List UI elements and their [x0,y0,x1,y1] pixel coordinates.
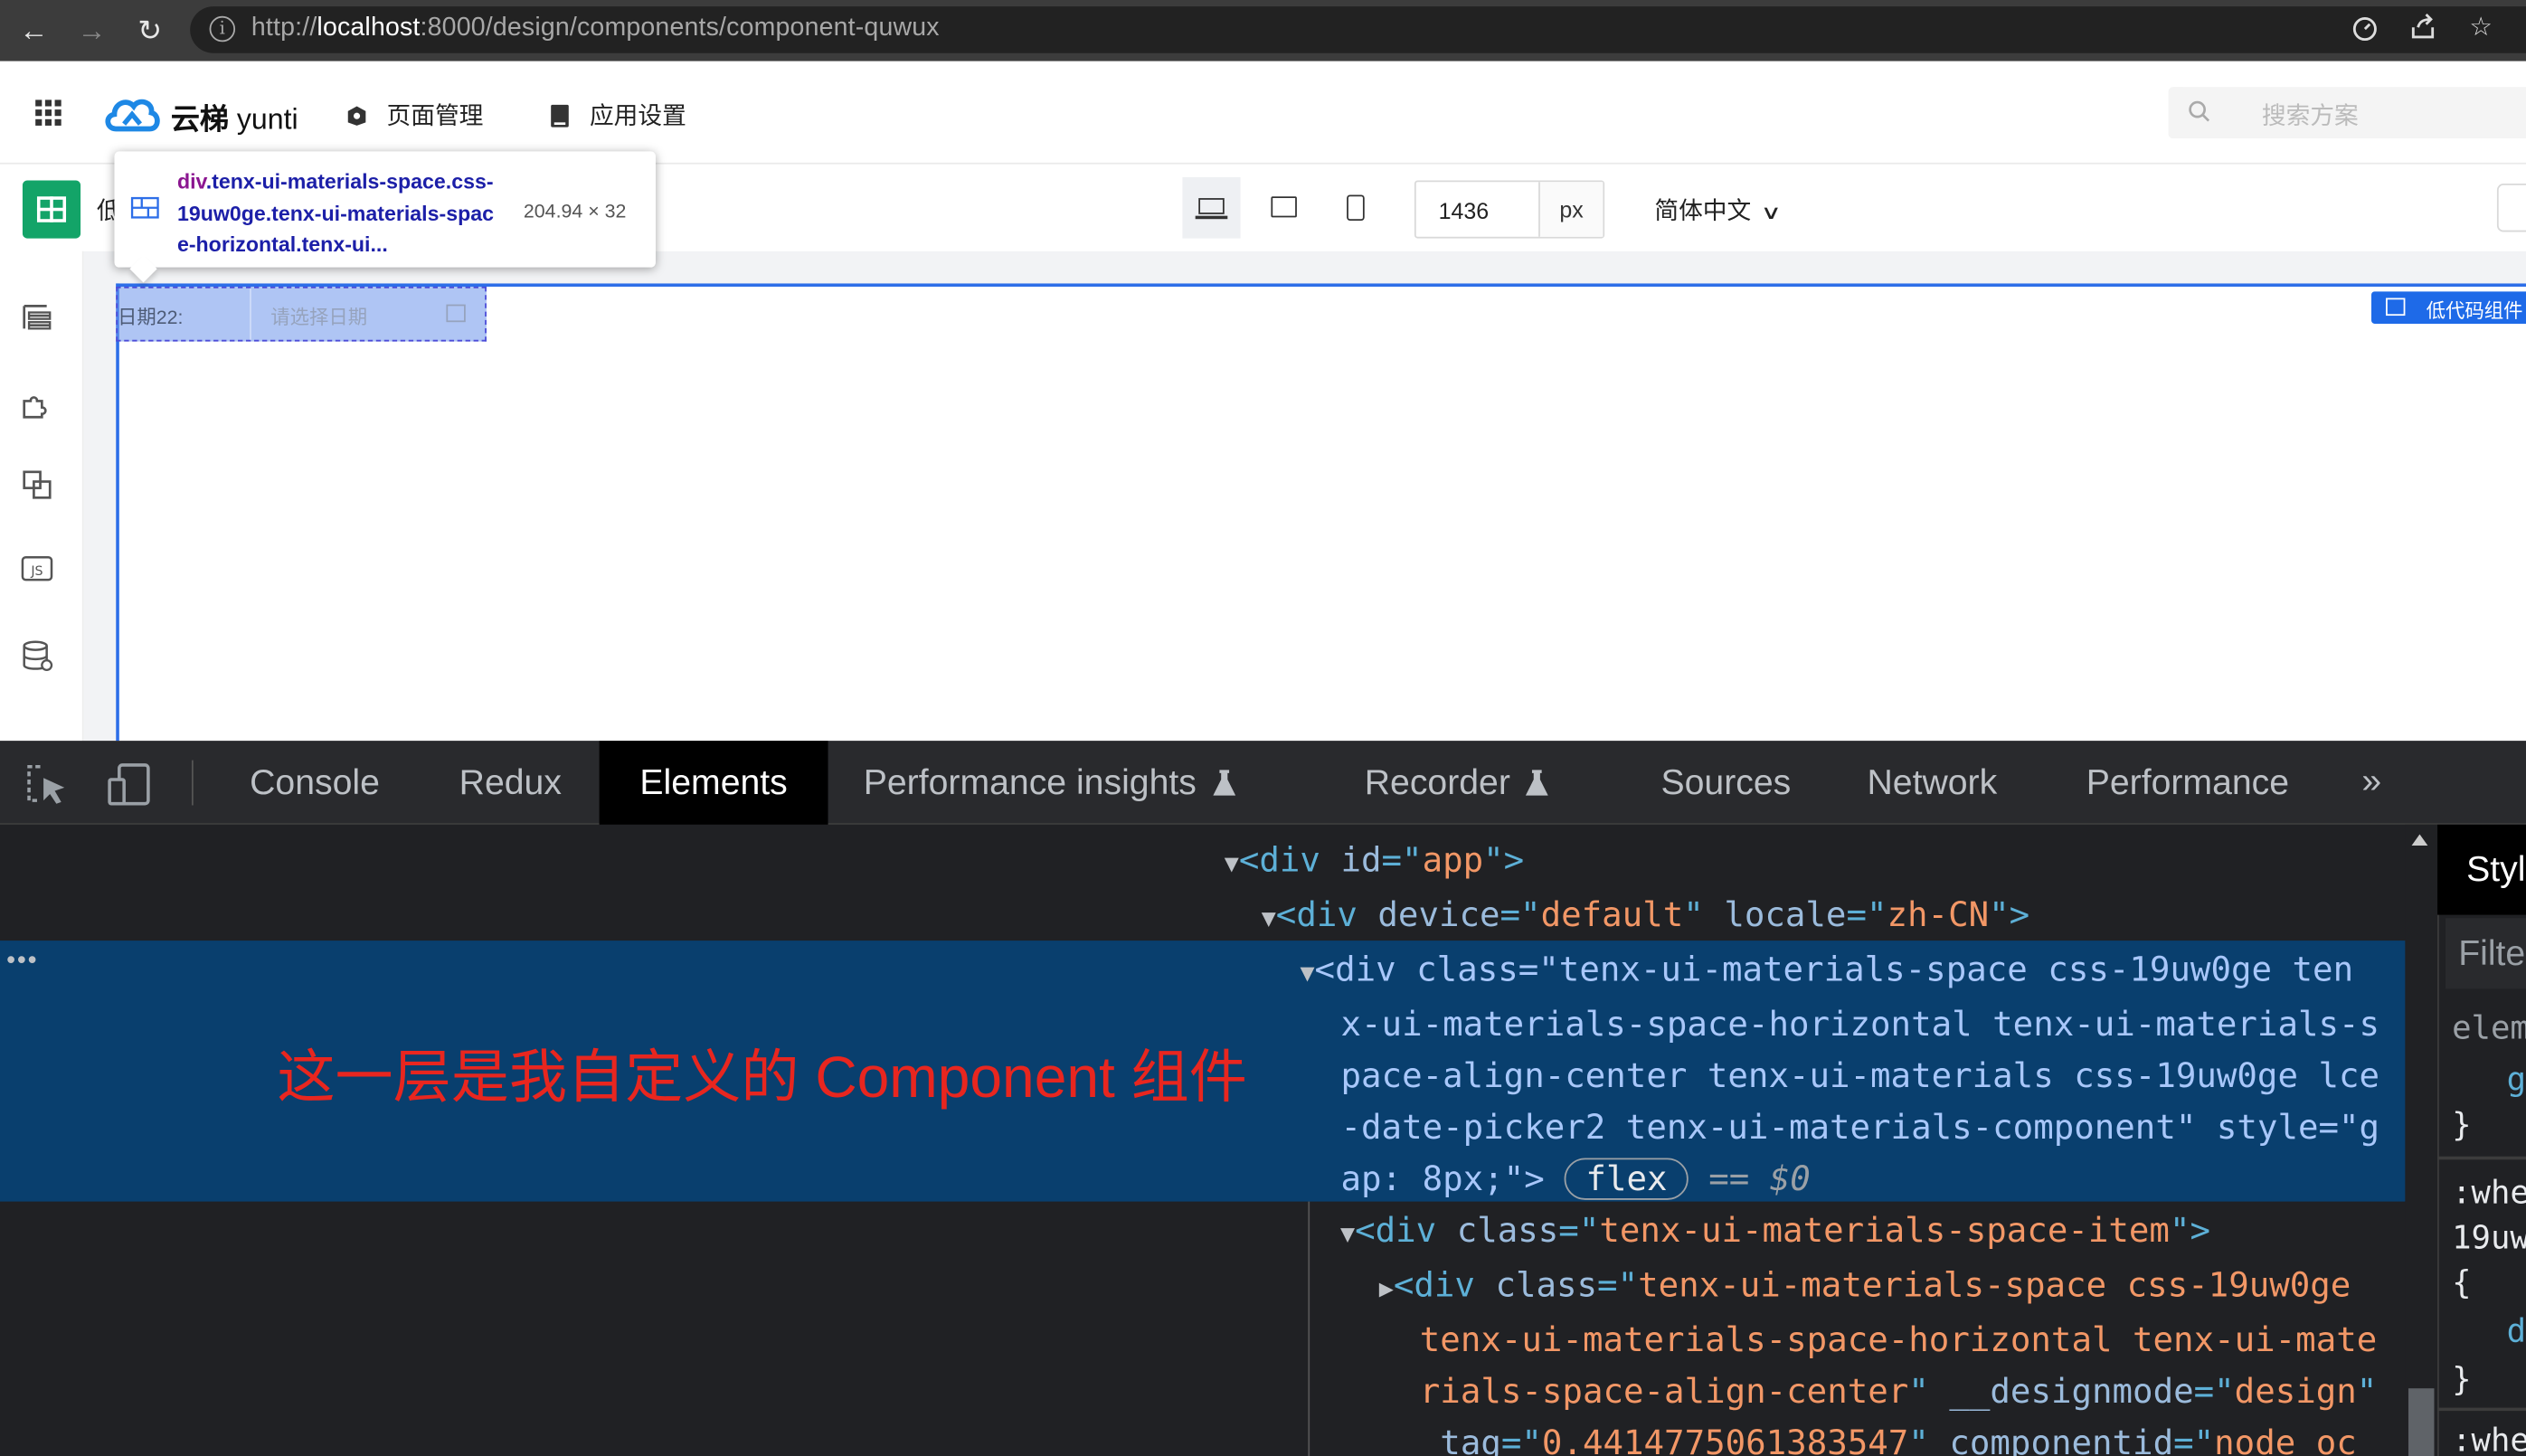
search-placeholder: 搜索方案 [2261,102,2359,131]
low-code-component-tag[interactable]: 低代码组件 [2371,291,2526,324]
styles-rule-element: elem [2452,1007,2526,1047]
tablet-icon [1271,196,1297,218]
elements-scrollbar[interactable] [2405,824,2438,1456]
dom-node-space-selected[interactable]: ▼<div class="tenx-ui-materials-space css… [1300,944,2379,1205]
apps-grid-icon[interactable] [35,99,61,126]
forward-arrow-icon[interactable]: → [74,13,109,48]
search-icon [2188,99,2210,127]
styles-prop: g [2506,1059,2526,1099]
scroll-up-arrow-icon[interactable] [2411,834,2428,846]
experiment-flask-icon [1212,770,1235,796]
tab-performance-insights[interactable]: Performance insights [864,741,1235,825]
tooltip-size: 204.94 × 32 [523,199,627,222]
app-header: 云梯 yunti 页面管理 应用设置 搜索方案 [0,61,2526,165]
canvas-width-input[interactable]: 1436 px [1414,180,1605,239]
device-toolbar-icon[interactable] [107,761,152,807]
site-info-icon[interactable]: i [209,15,236,43]
tab-redux[interactable]: Redux [459,741,562,825]
component-icon [36,196,67,222]
scroll-thumb[interactable] [2408,1388,2435,1456]
dom-node-app[interactable]: ▼<div id="app"> [1225,835,1524,890]
node-actions-ellipsis-icon[interactable]: ••• [6,947,38,976]
canvas-width-unit: px [1538,182,1604,237]
toolbar-edge-button[interactable] [2496,184,2526,232]
browser-chrome: ← → ↻ i http://localhost:8000/design/com… [0,0,2526,61]
dom-node-space-item[interactable]: ▼<div class="tenx-ui-materials-space-ite… [1340,1205,2210,1260]
calendar-icon [446,304,466,323]
performance-icon[interactable] [2349,13,2381,45]
address-bar[interactable]: i http://localhost:8000/design/component… [190,6,2526,53]
js-code-icon[interactable]: JS [19,551,54,586]
tooltip-selector: div.tenx-ui-materials-space.css-19uw0ge.… [176,169,495,257]
component-panel-button[interactable] [22,180,81,239]
desktop-view-button[interactable] [1182,176,1241,239]
reload-icon[interactable]: ↻ [132,13,167,48]
tab-sources[interactable]: Sources [1660,741,1791,825]
yunti-cloud-logo-icon [105,99,160,132]
dom-node-device[interactable]: ▼<div device="default" locale="zh-CN"> [1262,889,2029,944]
selected-date-picker-component[interactable]: 日期22: 请选择日期 [116,287,487,342]
inspect-element-icon[interactable] [24,761,70,807]
plugin-puzzle-icon[interactable] [19,386,54,421]
component-tag-icon [2386,298,2406,317]
back-arrow-icon[interactable]: ← [16,13,52,48]
brand-name[interactable]: 云梯 yunti [171,97,298,138]
mobile-icon [1347,194,1365,221]
tablet-view-button[interactable] [1255,177,1313,239]
share-icon[interactable] [2407,13,2439,45]
styles-brace-open: { [2452,1262,2472,1302]
dom-end-marker: == $0 [1708,1159,1811,1199]
styles-filter-input[interactable]: Filte [2445,918,2526,989]
page-management-icon [347,106,366,126]
mobile-view-button[interactable] [1328,177,1386,239]
styles-prop-display: d [2506,1310,2526,1350]
date-label: 日期22: [118,306,184,329]
canvas-width-value[interactable]: 1436 [1439,198,1489,223]
styles-brace-close: } [2452,1359,2472,1398]
desktop-icon [1198,198,1225,214]
styles-rule-where-2: :whe [2452,1420,2526,1456]
datasource-icon[interactable] [19,638,54,673]
components-icon[interactable] [19,467,54,502]
annotation-text: 这一层是我自定义的 Component 组件 [277,1044,1247,1111]
language-select[interactable]: 简体中文 ∨ [1654,194,1782,227]
bookmark-star-icon[interactable]: ☆ [2465,13,2497,45]
date-picker-input[interactable]: 请选择日期 [250,288,485,340]
menu-app-settings[interactable]: 应用设置 [549,99,686,132]
inspect-tooltip: div.tenx-ui-materials-space.css-19uw0ge.… [114,151,656,268]
styles-brace: } [2452,1104,2472,1144]
experiment-flask-icon [1526,770,1549,796]
tab-performance[interactable]: Performance [2086,741,2289,825]
svg-text:JS: JS [30,564,43,579]
styles-rule-where: :whe [2452,1172,2526,1212]
tab-network[interactable]: Network [1867,741,1997,825]
flex-badge[interactable]: flex [1565,1158,1689,1200]
flex-layout-icon [130,196,159,219]
styles-rule-selector: 19uw [2452,1217,2526,1257]
url-text: http://localhost:8000/design/components/… [251,14,940,43]
outline-tree-icon[interactable] [19,299,54,335]
tab-elements[interactable]: Elements [599,741,828,825]
more-tabs-chevron-icon[interactable]: » [2361,761,2381,802]
tab-recorder[interactable]: Recorder [1365,741,1549,825]
date-placeholder: 请选择日期 [270,306,368,329]
search-input[interactable]: 搜索方案 [2168,87,2526,139]
dom-node-nested-space[interactable]: ▶<div class="tenx-ui-materials-space css… [1379,1260,2378,1456]
app-settings-icon [551,104,569,128]
menu-page-management[interactable]: 页面管理 [346,99,483,132]
chevron-down-icon: ∨ [1760,201,1783,224]
tab-styles[interactable]: Styl [2437,824,2526,915]
left-sidebar: JS [0,251,84,742]
devtools-tabbar: Console Redux Elements Performance insig… [0,741,2526,825]
design-canvas[interactable] [116,283,2526,742]
tab-console[interactable]: Console [250,741,380,825]
